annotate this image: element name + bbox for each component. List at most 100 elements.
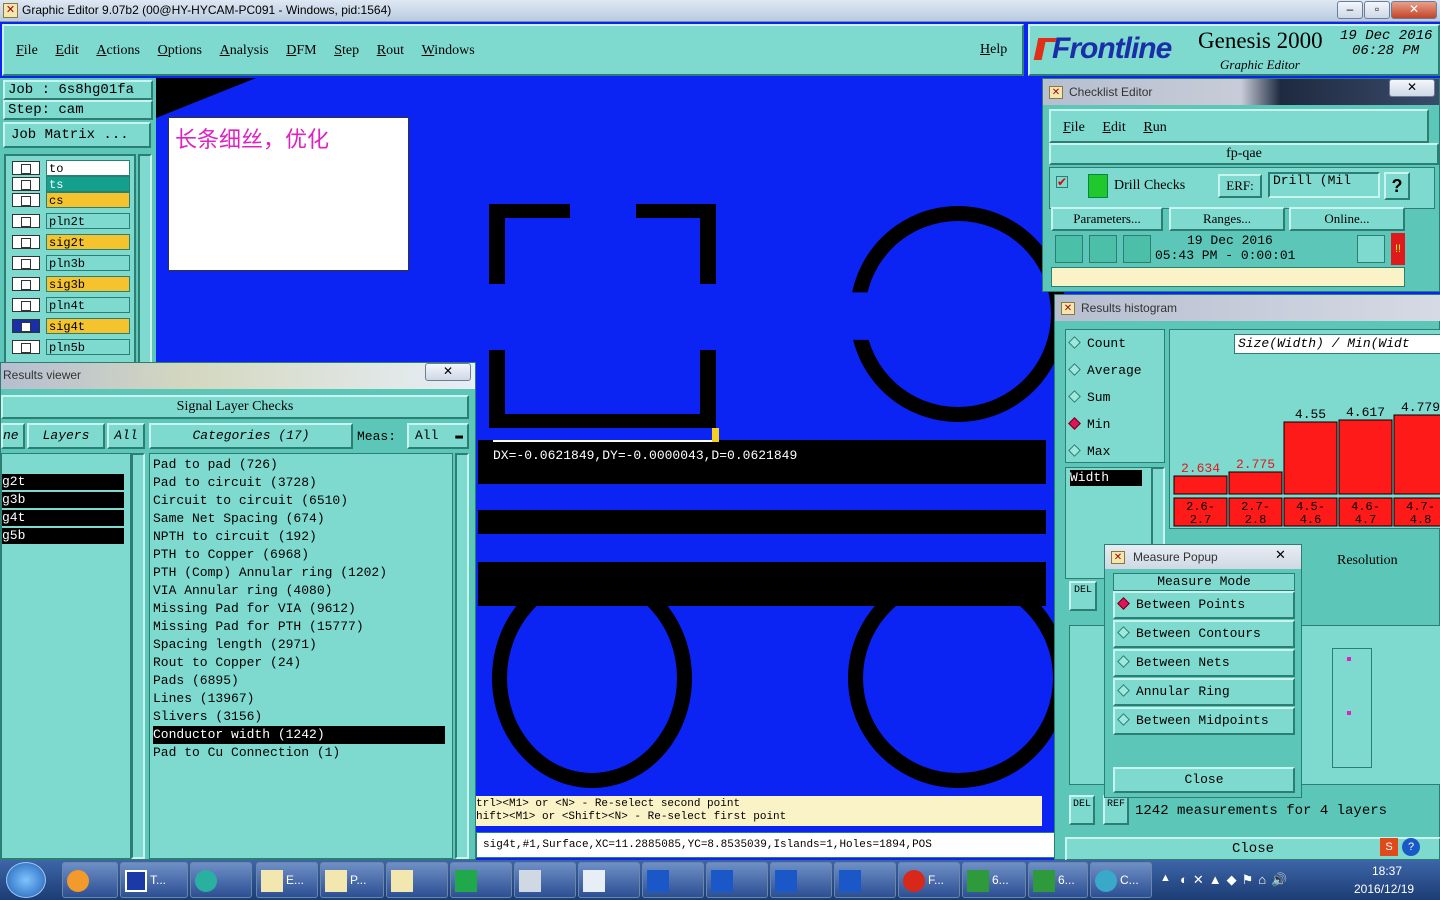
category-item[interactable]: Slivers (3156) — [153, 708, 452, 726]
category-item-selected[interactable]: Conductor width (1242) — [153, 726, 445, 744]
check-enabled-checkbox[interactable]: ✔ — [1056, 176, 1068, 188]
taskbar-button[interactable]: 6... — [962, 862, 1026, 898]
category-item[interactable]: Spacing length (2971) — [153, 636, 452, 654]
option-count[interactable]: Count — [1066, 330, 1164, 357]
taskbar-button[interactable]: 6... — [1028, 862, 1088, 898]
parameters-button[interactable]: Parameters... — [1051, 207, 1163, 231]
layer-row-sig2t[interactable]: sig2t — [12, 234, 130, 250]
layer-row-to[interactable]: to — [12, 160, 130, 176]
list-item[interactable]: g4t — [2, 510, 124, 526]
menu-options[interactable]: Options — [158, 43, 202, 59]
category-item[interactable]: Circuit to circuit (6510) — [153, 492, 452, 510]
layer-row-pln3b[interactable]: pln3b — [12, 255, 130, 271]
list-item[interactable]: g5b — [2, 528, 124, 544]
histogram-bar[interactable] — [1338, 419, 1393, 495]
taskbar-app-icon-7[interactable] — [642, 862, 704, 898]
mode-between-points[interactable]: Between Points — [1113, 591, 1295, 619]
category-item[interactable]: Rout to Copper (24) — [153, 654, 452, 672]
tab-layers[interactable]: Layers — [27, 423, 105, 449]
tab-left[interactable]: ne — [1, 423, 25, 449]
category-item[interactable]: VIA Annular ring (4080) — [153, 582, 452, 600]
layer-row-pln4t[interactable]: pln4t — [12, 297, 130, 313]
taskbar-app-icon-10[interactable] — [834, 862, 896, 898]
layer-row-ts[interactable]: ts — [12, 176, 130, 192]
mode-between-contours[interactable]: Between Contours — [1113, 620, 1295, 648]
layer-row-pln2t[interactable]: pln2t — [12, 213, 130, 229]
checklist-menu-edit[interactable]: Edit — [1102, 120, 1125, 136]
help-tray-icon[interactable]: ? — [1402, 838, 1420, 856]
taskbar-app-icon-2[interactable] — [190, 862, 252, 898]
layer-row-pln5b[interactable]: pln5b — [12, 339, 130, 355]
alert-icon[interactable]: !! — [1391, 233, 1405, 265]
histogram-bar[interactable] — [1173, 475, 1228, 495]
close-button[interactable]: ✕ — [1391, 1, 1437, 19]
list-item[interactable]: g2t — [2, 474, 124, 490]
taskbar-app-icon-4[interactable] — [450, 862, 512, 898]
category-item[interactable]: PTH to Copper (6968) — [153, 546, 452, 564]
maximize-button[interactable]: ▫ — [1364, 1, 1390, 19]
tab-categories[interactable]: Categories (17) — [149, 423, 353, 449]
taskbar-button[interactable]: T... — [120, 862, 188, 898]
histogram-bar[interactable] — [1228, 471, 1283, 495]
mode-between-midpoints[interactable]: Between Midpoints — [1113, 707, 1295, 735]
taskbar-app-icon-1[interactable] — [62, 862, 118, 898]
checklist-menu-file[interactable]: File — [1063, 120, 1085, 136]
option-sum[interactable]: Sum — [1066, 384, 1164, 411]
taskbar-button[interactable]: C... — [1090, 862, 1152, 898]
category-item[interactable]: NPTH to circuit (192) — [153, 528, 452, 546]
menu-step[interactable]: Step — [334, 43, 359, 59]
taskbar-button[interactable]: P... — [320, 862, 384, 898]
menu-analysis[interactable]: Analysis — [220, 43, 269, 59]
category-item[interactable]: Missing Pad for VIA (9612) — [153, 600, 452, 618]
taskbar-app-icon-9[interactable] — [770, 862, 832, 898]
run-icon[interactable] — [1055, 235, 1083, 263]
taskbar-app-icon-5[interactable] — [514, 862, 576, 898]
run-all-icon[interactable] — [1089, 235, 1117, 263]
menu-file[interactable]: File — [16, 43, 38, 59]
results-layer-scrollbar[interactable] — [131, 453, 145, 859]
category-item[interactable]: Pads (6895) — [153, 672, 452, 690]
histogram-bar[interactable] — [1393, 414, 1440, 495]
taskbar-button[interactable]: F... — [898, 862, 960, 898]
menu-actions[interactable]: Actions — [96, 43, 140, 59]
start-button[interactable] — [6, 862, 46, 898]
ref-button[interactable]: REF — [1103, 795, 1129, 825]
list-item[interactable]: g3b — [2, 492, 124, 508]
menu-help[interactable]: Help — [980, 42, 1007, 58]
category-item[interactable]: PTH (Comp) Annular ring (1202) — [153, 564, 452, 582]
mode-between-nets[interactable]: Between Nets — [1113, 649, 1295, 677]
taskbar-app-icon-8[interactable] — [706, 862, 768, 898]
job-matrix-button[interactable]: Job Matrix ... — [3, 122, 151, 148]
results-viewer-close-button[interactable]: ✕ — [425, 363, 471, 381]
checklist-check-row[interactable]: ✔ Drill Checks ERF: Drill (Mil ? — [1049, 167, 1435, 209]
taskbar-app-icon-3[interactable] — [386, 862, 448, 898]
category-item[interactable]: Same Net Spacing (674) — [153, 510, 452, 528]
del-button-top[interactable]: DEL — [1069, 581, 1097, 611]
checklist-close-button[interactable]: ✕ — [1389, 79, 1435, 97]
option-max[interactable]: Max — [1066, 438, 1164, 465]
input-method-icon[interactable]: S — [1380, 838, 1398, 856]
category-item[interactable]: Lines (13967) — [153, 690, 452, 708]
erf-value[interactable]: Drill (Mil — [1268, 172, 1380, 198]
menu-rout[interactable]: Rout — [377, 43, 404, 59]
tab-all[interactable]: All — [107, 423, 145, 449]
menu-dfm[interactable]: DFM — [286, 43, 316, 59]
ranges-button[interactable]: Ranges... — [1169, 207, 1285, 231]
histogram-bar[interactable] — [1283, 421, 1338, 495]
meas-select[interactable]: All ▬ — [407, 423, 469, 449]
checklist-menu-run[interactable]: Run — [1143, 120, 1166, 136]
option-average[interactable]: Average — [1066, 357, 1164, 384]
menu-edit[interactable]: Edit — [55, 43, 78, 59]
layer-list-scrollbar[interactable] — [138, 154, 152, 364]
stop-icon[interactable] — [1123, 235, 1151, 263]
layer-row-sig3b[interactable]: sig3b — [12, 276, 130, 292]
measure-popup-close-icon[interactable]: ✕ — [1275, 547, 1286, 563]
category-item[interactable]: Pad to pad (726) — [153, 456, 452, 474]
taskbar-app-icon-6[interactable] — [578, 862, 640, 898]
categories-scrollbar[interactable] — [455, 453, 469, 859]
help-button[interactable]: ? — [1384, 172, 1410, 200]
online-button[interactable]: Online... — [1289, 207, 1405, 231]
del-button[interactable]: DEL — [1069, 795, 1095, 825]
category-item[interactable]: Pad to circuit (3728) — [153, 474, 452, 492]
option-min[interactable]: Min — [1066, 411, 1164, 438]
